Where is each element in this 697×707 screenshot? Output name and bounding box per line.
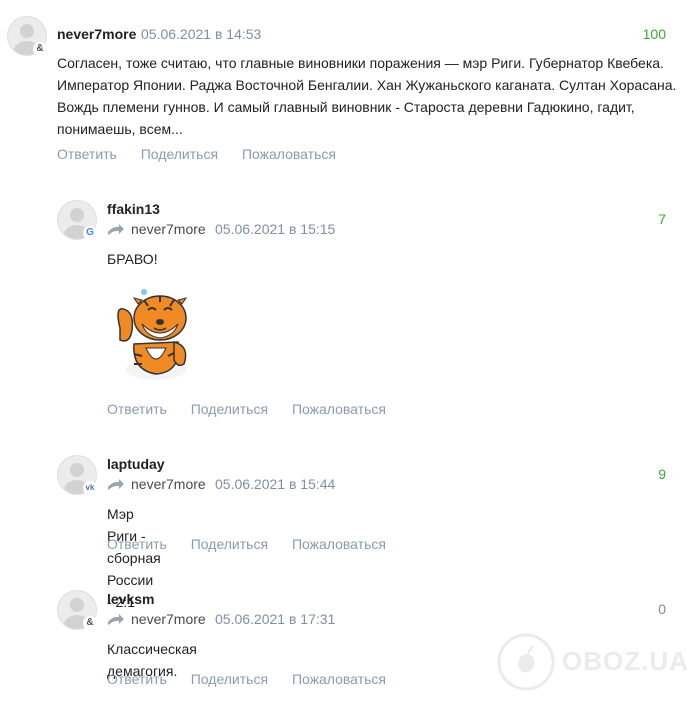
comment-text: Согласен, тоже считаю, что главные винов… [57,52,687,140]
oboz-watermark: OBOZ.UA [496,632,688,692]
report-button[interactable]: Пожаловаться [242,146,336,162]
comment-author[interactable]: ffakin13 [107,201,160,217]
reply-arrow-icon [108,224,124,235]
comment-date: 05.06.2021 в 15:44 [215,476,336,492]
reply-button[interactable]: Ответить [107,536,167,552]
reply-to-user[interactable]: never7more [131,476,206,492]
ampersand-icon: & [33,42,47,56]
report-button[interactable]: Пожаловаться [292,536,386,552]
reply-button[interactable]: Ответить [57,146,117,162]
comment-rating: 7 [658,211,666,227]
comment-author[interactable]: never7more [57,26,136,42]
report-button[interactable]: Пожаловаться [292,671,386,687]
comment-text-line: Император Японии. Раджа Восточной Бенгал… [57,77,677,93]
share-button[interactable]: Поделиться [191,536,268,552]
comment-rating: 0 [658,601,666,617]
oboz-logo-icon [497,633,555,691]
comment-actions: Ответить Поделиться Пожаловаться [57,146,356,162]
comment-text-line: Согласен, тоже считаю, что главные винов… [57,55,664,71]
comment-actions: Ответить Поделиться Пожаловаться [107,401,406,417]
reply-to-user[interactable]: never7more [131,611,206,627]
tiger-sticker-image [117,289,188,380]
ampersand-icon: & [83,616,97,630]
comment-date: 05.06.2021 в 14:53 [141,26,262,42]
reply-arrow-icon [108,479,124,490]
comment-actions: Ответить Поделиться Пожаловаться [107,536,406,552]
share-button[interactable]: Поделиться [141,146,218,162]
reply-button[interactable]: Ответить [107,671,167,687]
reply-button[interactable]: Ответить [107,401,167,417]
reply-to-user[interactable]: never7more [131,221,206,237]
comment-actions: Ответить Поделиться Пожаловаться [107,671,406,687]
comment-rating: 9 [658,466,666,482]
comment-rating: 100 [642,26,666,42]
comment-text-line: понимаешь, всем... [57,121,183,137]
watermark-text: OBOZ.UA [562,646,689,676]
comment-date: 05.06.2021 в 17:31 [215,611,336,627]
comment-text: БРАВО! [107,251,158,267]
comment-text-line: Вождь племени гуннов. И самый главный ви… [57,99,635,115]
comment-author[interactable]: laptuday [107,456,165,472]
vk-icon: vk [83,481,97,495]
share-button[interactable]: Поделиться [191,401,268,417]
report-button[interactable]: Пожаловаться [292,401,386,417]
google-icon: G [83,226,97,240]
comment-author[interactable]: levksm [107,591,154,607]
comment-date: 05.06.2021 в 15:15 [215,221,336,237]
reply-arrow-icon [108,614,124,625]
share-button[interactable]: Поделиться [191,671,268,687]
